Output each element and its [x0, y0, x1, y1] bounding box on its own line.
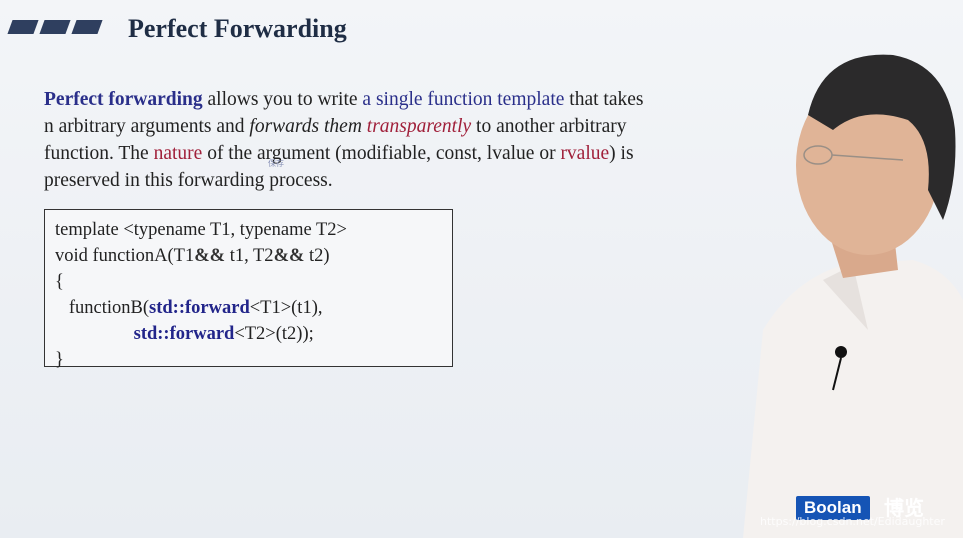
highlight-template: a single function template — [362, 89, 565, 110]
code-block: template <typename T1, typename T2> void… — [44, 209, 453, 370]
code-text: void functionA(T1 — [55, 246, 195, 266]
code-line: void functionA(T1&& t1, T2&& t2) — [55, 243, 442, 269]
slide-title: Perfect Forwarding — [128, 14, 347, 43]
slide: Perfect Forwarding Perfect forwarding al… — [0, 0, 963, 538]
decor-bar — [7, 20, 39, 34]
code-forward: std::forward — [133, 324, 235, 344]
handwritten-annotation: 保存 — [268, 159, 284, 168]
code-text: <T1>(t1), — [249, 298, 323, 318]
code-text: t1, T2 — [225, 246, 274, 266]
watermark-url: https://blog.csdn.net/Edidaughter — [760, 515, 945, 528]
term-perfect-forwarding: Perfect forwarding — [44, 89, 203, 110]
highlight-transparently: transparently — [366, 116, 472, 137]
presenter-image — [743, 54, 963, 538]
text: allows you to write — [202, 89, 363, 110]
highlight-nature: nature — [153, 143, 203, 164]
code-line: { — [55, 272, 64, 292]
code-text: functionB( — [55, 298, 150, 318]
decor-bar — [39, 20, 71, 34]
code-line: functionB(std::forward<T1>(t1), — [55, 295, 442, 321]
code-line: template <typename T1, typename T2> — [55, 220, 347, 240]
highlight-forwards: forwards them — [249, 116, 362, 137]
text: of the argument (modifiable, const, lval… — [202, 143, 561, 164]
title-decoration — [7, 20, 103, 34]
decor-bar — [71, 20, 103, 34]
code-rvalue-ref: && — [273, 246, 305, 266]
code-text: t2) — [304, 246, 330, 266]
code-text: <T2>(t2)); — [234, 324, 314, 344]
highlight-rvalue: rvalue — [560, 143, 610, 164]
code-line: std::forward<T2>(t2)); — [55, 321, 442, 347]
description-paragraph: Perfect forwarding allows you to write a… — [44, 86, 644, 194]
code-line: } — [55, 350, 64, 370]
code-rvalue-ref: && — [194, 246, 226, 266]
code-forward: std::forward — [149, 298, 250, 318]
